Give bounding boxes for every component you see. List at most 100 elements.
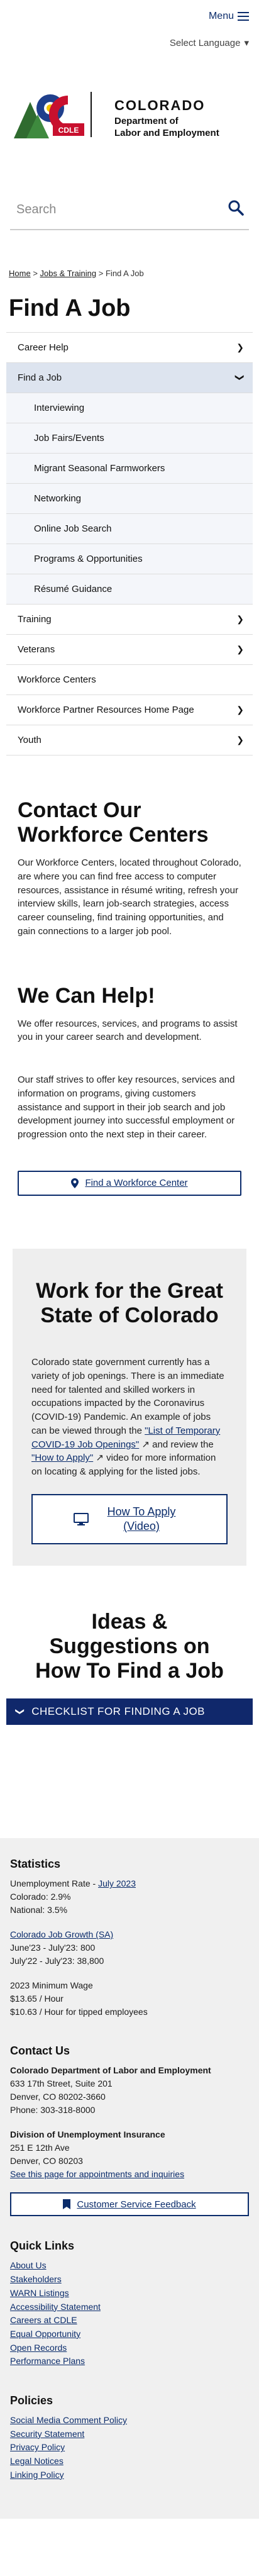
help-paragraph-1: We offer resources, services, and progra… (18, 1018, 238, 1043)
link-careers[interactable]: Careers at CDLE (10, 2315, 77, 2325)
help-section: We Can Help! We offer resources, service… (0, 984, 259, 1142)
nav-item-veterans[interactable]: Veterans ❯ (6, 634, 253, 665)
monitor-icon (74, 1512, 89, 1525)
nav-label: Training (18, 613, 52, 625)
link-accessibility[interactable]: Accessibility Statement (10, 2302, 101, 2312)
customer-feedback-button[interactable]: Customer Service Feedback (10, 2192, 249, 2217)
language-label: Select Language (169, 38, 241, 48)
search-icon[interactable] (228, 199, 244, 220)
nav-item-training[interactable]: Training ❯ (6, 604, 253, 635)
help-paragraph-2: Our staff strives to offer key resources… (18, 1074, 235, 1140)
unemployment-month-link[interactable]: July 2023 (98, 1878, 136, 1888)
chevron-right-icon: ❯ (236, 614, 244, 625)
nav-sub-resume-guidance[interactable]: Résumé Guidance (6, 574, 253, 605)
nav-label: Youth (18, 734, 41, 745)
side-navigation: Career Help ❯ Find a Job ❯ Interviewing Jo… (6, 332, 253, 756)
breadcrumb-jobs-training[interactable]: Jobs & Training (40, 269, 97, 278)
hamburger-icon (238, 11, 249, 21)
nav-item-workforce-centers[interactable]: Workforce Centers (6, 664, 253, 695)
nav-sub-label: Résumé Guidance (34, 583, 113, 594)
nav-sub-networking[interactable]: Networking (6, 483, 253, 514)
job-growth-yearly: July'22 - July'23: 38,800 (10, 1956, 104, 1966)
cdle-name: Colorado Department of Labor and Employm… (10, 2065, 211, 2076)
cdle-street: 633 17th Street, Suite 201 (10, 2078, 113, 2089)
link-open-records[interactable]: Open Records (10, 2343, 67, 2353)
link-security-statement[interactable]: Security Statement (10, 2429, 84, 2439)
breadcrumb-current: Find A Job (105, 269, 144, 278)
ideas-section: Ideas & Suggestions on How To Find a Job (0, 1610, 259, 1683)
search-bar (10, 190, 249, 230)
site-logo[interactable]: CDLE COLORADO Department of Labor and Em… (0, 45, 259, 190)
job-growth-stats: Colorado Job Growth (SA) June'23 - July'… (10, 1928, 249, 1968)
chevron-down-icon: ❯ (235, 374, 246, 382)
policies-heading: Policies (10, 2394, 53, 2407)
dui-name: Division of Unemployment Insurance (10, 2129, 165, 2140)
how-to-apply-video-button[interactable]: How To Apply (Video) (31, 1493, 228, 1544)
nav-sub-migrant-farmworkers[interactable]: Migrant Seasonal Farmworkers (6, 453, 253, 484)
find-workforce-center-label: Find a Workforce Center (85, 1178, 188, 1189)
nav-item-partner-resources[interactable]: Workforce Partner Resources Home Page ❯ (6, 694, 253, 725)
nav-item-find-a-job[interactable]: Find a Job ❯ (6, 362, 253, 393)
job-growth-monthly: June'23 - July'23: 800 (10, 1943, 96, 1953)
state-jobs-body: Colorado state government currently has … (25, 1356, 234, 1479)
breadcrumb-separator: > (33, 269, 38, 278)
unemployment-label: Unemployment Rate - (10, 1878, 99, 1889)
contact-us-heading: Contact Us (10, 2044, 70, 2058)
minimum-wage: 2023 Minimum Wage $13.65 / Hour $10.63 /… (10, 1979, 249, 2019)
link-performance-plans[interactable]: Performance Plans (10, 2356, 85, 2366)
cdle-address: Colorado Department of Labor and Employm… (10, 2064, 249, 2117)
nav-sub-programs[interactable]: Programs & Opportunities (6, 544, 253, 574)
nav-label: Career Help (18, 342, 69, 353)
nav-label: Find a Job (18, 372, 62, 383)
find-workforce-center-button[interactable]: Find a Workforce Center (18, 1170, 241, 1196)
how-to-apply-video-label: How To Apply (Video) (107, 1505, 176, 1532)
link-social-media-policy[interactable]: Social Media Comment Policy (10, 2415, 127, 2425)
nav-sub-interviewing[interactable]: Interviewing (6, 393, 253, 423)
link-legal-notices[interactable]: Legal Notices (10, 2456, 63, 2466)
dui-street: 251 E 12th Ave (10, 2143, 70, 2153)
state-jobs-text: Colorado state government currently has … (31, 1357, 224, 1436)
language-select[interactable]: Select Language ▾ (170, 36, 249, 50)
chevron-down-icon: ❯ (15, 1708, 26, 1716)
nav-sub-job-fairs[interactable]: Job Fairs/Events (6, 423, 253, 454)
colorado-rate: Colorado: 2.9% (10, 1892, 71, 1902)
ideas-heading: Ideas & Suggestions on How To Find a Job (35, 1609, 224, 1683)
checklist-accordion[interactable]: ❯ CHECKLIST FOR FINDING A JOB (6, 1698, 253, 1726)
external-link-icon: ↗ (141, 1439, 150, 1450)
minimum-wage-title: 2023 Minimum Wage (10, 1980, 93, 1991)
link-linking-policy[interactable]: Linking Policy (10, 2470, 64, 2480)
page-title: Find A Job (9, 294, 131, 321)
appointments-link[interactable]: See this page for appointments and inqui… (10, 2169, 184, 2179)
search-input[interactable] (16, 202, 205, 217)
job-growth-link[interactable]: Colorado Job Growth (SA) (10, 1929, 113, 1939)
policies-list: Social Media Comment Policy Security Sta… (10, 2414, 249, 2482)
menu-button[interactable]: Menu (209, 9, 249, 23)
map-pin-icon (71, 1178, 79, 1188)
help-heading: We Can Help! (18, 983, 155, 1008)
how-to-apply-link[interactable]: "How to Apply" (31, 1452, 93, 1463)
quick-links-list: About Us Stakeholders WARN Listings Acce… (10, 2259, 249, 2368)
logo-text: COLORADO Department of Labor and Employm… (114, 89, 219, 139)
link-warn-listings[interactable]: WARN Listings (10, 2288, 69, 2298)
link-privacy-policy[interactable]: Privacy Policy (10, 2442, 65, 2452)
unemployment-stats: Unemployment Rate - July 2023 Colorado: … (10, 1877, 249, 1917)
breadcrumb-home[interactable]: Home (9, 269, 31, 278)
nav-item-career-help[interactable]: Career Help ❯ (6, 332, 253, 363)
dui-address: Division of Unemployment Insurance 251 E… (10, 2128, 249, 2181)
link-stakeholders[interactable]: Stakeholders (10, 2274, 62, 2284)
site-footer: Statistics Unemployment Rate - July 2023… (0, 1838, 259, 2519)
link-equal-opportunity[interactable]: Equal Opportunity (10, 2329, 80, 2339)
cdle-city: Denver, CO 80202-3660 (10, 2092, 106, 2102)
chevron-down-icon: ▾ (244, 38, 249, 48)
minimum-wage-tipped: $10.63 / Hour for tipped employees (10, 2007, 148, 2017)
logo-dept-line2: Labor and Employment (114, 127, 219, 138)
nav-item-youth[interactable]: Youth ❯ (6, 725, 253, 756)
breadcrumb: Home > Jobs & Training > Find A Job (9, 268, 259, 280)
nav-sub-label: Online Job Search (34, 523, 112, 534)
breadcrumb-separator: > (98, 269, 104, 278)
nav-label: Workforce Partner Resources Home Page (18, 704, 194, 715)
nav-sub-online-job-search[interactable]: Online Job Search (6, 513, 253, 544)
logo-state: COLORADO (114, 98, 206, 113)
link-about-us[interactable]: About Us (10, 2260, 47, 2270)
contact-heading: Contact Our Workforce Centers (18, 798, 209, 847)
